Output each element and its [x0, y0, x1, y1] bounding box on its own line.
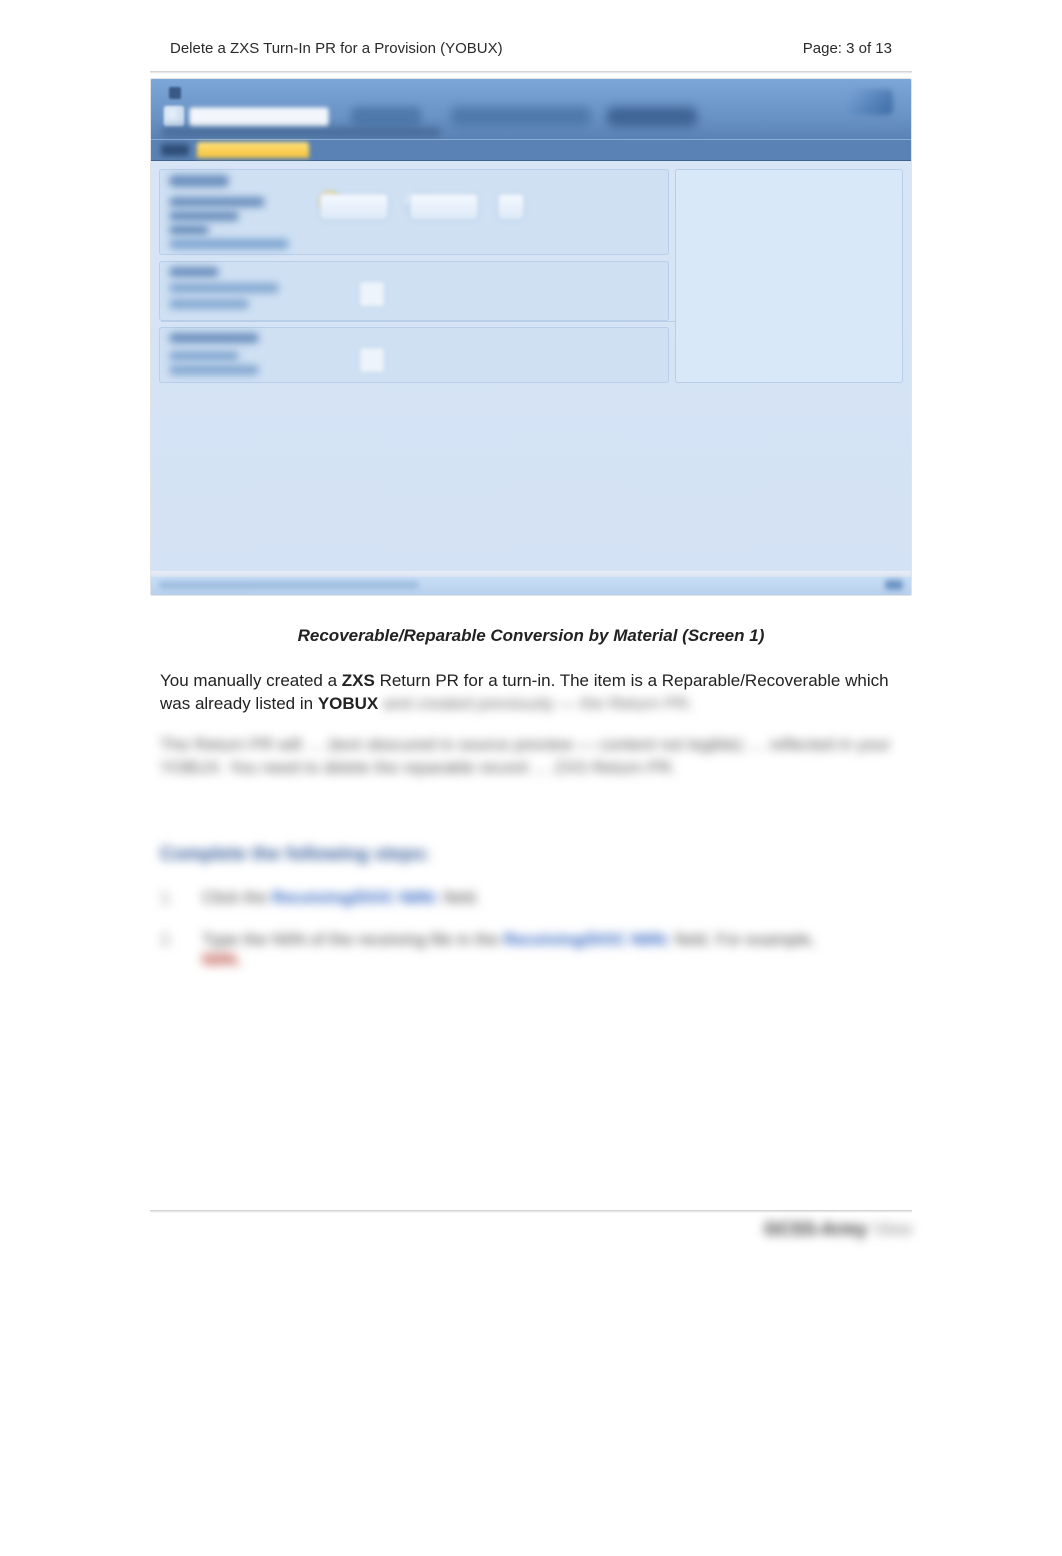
window-menu-icon — [169, 87, 181, 99]
step-item: 1. Click the Receiving/DOC NIIN: field. — [160, 888, 892, 908]
example-value: NIIN. — [202, 950, 241, 969]
panel-receipt — [159, 169, 669, 255]
page-header: Delete a ZXS Turn-In PR for a Provision … — [0, 40, 1062, 57]
document-page: Delete a ZXS Turn-In PR for a Provision … — [0, 0, 1062, 1556]
field-label-smudge — [169, 283, 279, 293]
back-button[interactable] — [163, 105, 185, 127]
field-label-smudge — [169, 351, 239, 361]
text-run: Type the NIIN of the receiving file in t… — [202, 930, 503, 949]
app-titlebar — [151, 79, 911, 139]
input-field[interactable] — [359, 347, 385, 373]
obscured-paragraph: The Return PR will … (text obscured in s… — [160, 734, 892, 780]
field-label-smudge — [169, 197, 265, 207]
field-label-smudge — [169, 299, 249, 309]
field-reference-link: Receiving/DOC NIIN: — [272, 888, 439, 907]
toolbar-button[interactable] — [497, 193, 525, 221]
panel-title-smudge — [169, 175, 229, 187]
page-indicator: Page: 3 of 13 — [803, 40, 892, 57]
footer-brand: GCSS-Army View — [0, 1219, 912, 1240]
status-text-smudge — [159, 581, 419, 589]
toolbar-smudge — [351, 107, 421, 127]
panel-filter-2 — [159, 327, 669, 383]
bold-zxs: ZXS — [342, 671, 375, 690]
field-label-smudge — [169, 211, 239, 221]
field-reference-link: Receiving/DOC NIIN: — [503, 930, 670, 949]
step-item: 2. Type the NIIN of the receiving file i… — [160, 930, 892, 970]
panel-title-smudge — [169, 267, 219, 277]
tab-inactive[interactable] — [161, 144, 189, 156]
toolbar-smudge — [451, 107, 591, 127]
body-paragraph: You manually created a ZXS Return PR for… — [160, 670, 892, 716]
footer-suffix: View — [873, 1219, 912, 1239]
footer-rule — [150, 1210, 912, 1213]
steps-list: 1. Click the Receiving/DOC NIIN: field. … — [160, 888, 892, 970]
status-bar — [151, 577, 911, 595]
text-run: You manually created a — [160, 671, 342, 690]
tab-strip — [151, 139, 911, 161]
text-run: Click the — [202, 888, 272, 907]
footer-brand-name: GCSS-Army — [764, 1219, 867, 1239]
step-number: 1. — [160, 888, 174, 908]
field-label-smudge — [169, 239, 289, 249]
toolbar-button[interactable] — [319, 193, 389, 221]
header-rule — [150, 71, 912, 74]
text-run: field. For example, — [671, 930, 816, 949]
panel-separator — [161, 321, 761, 322]
panel-title-smudge — [169, 333, 259, 343]
bold-yobux: YOBUX — [318, 694, 378, 713]
obscured-text: and created previously — the Return PR. — [378, 694, 693, 713]
toolbar-subtext — [161, 127, 441, 137]
field-label-smudge — [169, 365, 259, 375]
doc-title: Delete a ZXS Turn-In PR for a Provision … — [170, 40, 503, 57]
step-text: Type the NIIN of the receiving file in t… — [202, 930, 815, 970]
field-label-smudge — [169, 225, 209, 235]
toolbar-smudge — [607, 107, 697, 127]
app-logo-icon — [847, 89, 893, 115]
figure-caption: Recoverable/Reparable Conversion by Mate… — [150, 626, 912, 646]
panel-side — [675, 169, 903, 383]
input-field[interactable] — [359, 281, 385, 307]
app-body — [151, 161, 911, 581]
app-screenshot — [150, 78, 912, 596]
panel-filter-1 — [159, 261, 669, 321]
obscured-section-heading: Complete the following steps: — [160, 844, 892, 866]
command-field[interactable] — [189, 107, 329, 127]
tab-active[interactable] — [197, 142, 309, 158]
text-run: field. — [439, 888, 480, 907]
toolbar-button[interactable] — [409, 193, 479, 221]
status-indicator-icon — [885, 580, 903, 590]
step-number: 2. — [160, 930, 174, 950]
step-text: Click the Receiving/DOC NIIN: field. — [202, 888, 480, 908]
